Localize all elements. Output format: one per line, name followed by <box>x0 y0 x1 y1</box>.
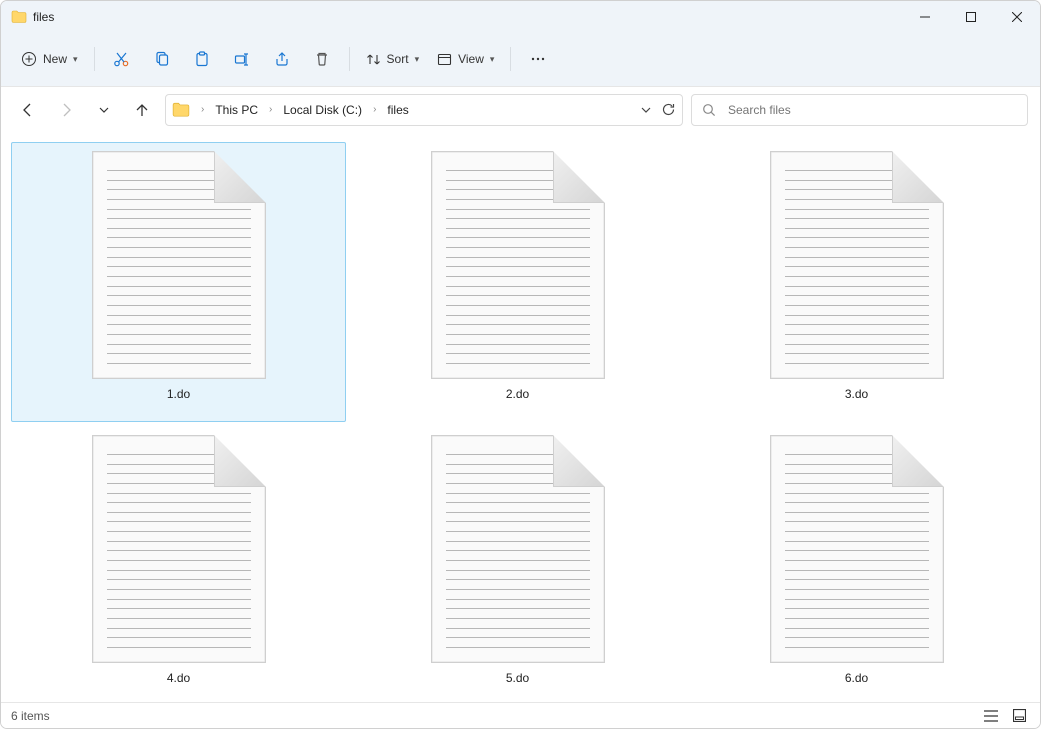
scissors-icon <box>113 51 130 68</box>
file-thumbnail <box>431 435 605 663</box>
chevron-right-icon[interactable]: › <box>370 104 379 115</box>
arrow-up-icon <box>134 102 150 118</box>
file-item[interactable]: 5.do <box>350 426 685 702</box>
share-button[interactable] <box>263 42 301 76</box>
view-icon <box>437 52 452 67</box>
search-box[interactable] <box>691 94 1028 126</box>
close-button[interactable] <box>994 1 1040 32</box>
file-thumbnail <box>770 151 944 379</box>
status-bar: 6 items <box>1 702 1040 728</box>
file-thumbnail <box>92 151 266 379</box>
breadcrumb-this-pc[interactable]: This PC <box>211 101 262 119</box>
item-count: 6 items <box>11 709 50 723</box>
rename-icon <box>234 51 250 67</box>
window-title: files <box>33 10 54 24</box>
chevron-down-icon: ▾ <box>415 54 420 65</box>
file-thumbnail <box>770 435 944 663</box>
breadcrumb-local-disk[interactable]: Local Disk (C:) <box>279 101 366 119</box>
refresh-button[interactable] <box>661 102 676 117</box>
share-icon <box>274 51 290 67</box>
search-icon <box>702 103 716 117</box>
ellipsis-icon <box>530 51 546 67</box>
file-item[interactable]: 2.do <box>350 142 685 422</box>
copy-button[interactable] <box>143 42 181 76</box>
file-name: 1.do <box>167 387 190 401</box>
sort-button[interactable]: Sort ▾ <box>358 42 428 76</box>
search-input[interactable] <box>726 102 1017 118</box>
separator <box>349 47 350 71</box>
chevron-down-icon: ▾ <box>490 54 495 65</box>
folder-icon <box>11 9 27 25</box>
items-grid: 1.do 2.do 3.do <box>11 142 1036 702</box>
minimize-button[interactable] <box>902 1 948 32</box>
nav-row: › This PC › Local Disk (C:) › files <box>1 87 1040 132</box>
back-button[interactable] <box>13 95 43 125</box>
view-label: View <box>458 52 484 66</box>
address-dropdown[interactable] <box>641 105 651 115</box>
chevron-down-icon: ▾ <box>73 54 78 65</box>
paste-button[interactable] <box>183 42 221 76</box>
file-item[interactable]: 1.do <box>11 142 346 422</box>
copy-icon <box>154 51 170 67</box>
grid-icon <box>1013 709 1026 722</box>
sort-icon <box>366 52 381 67</box>
file-thumbnail <box>92 435 266 663</box>
rename-button[interactable] <box>223 42 261 76</box>
refresh-icon <box>661 102 676 117</box>
more-button[interactable] <box>519 42 557 76</box>
chevron-down-icon <box>641 105 651 115</box>
new-button[interactable]: New ▾ <box>13 42 86 76</box>
thumbnails-view-button[interactable] <box>1008 707 1030 725</box>
separator <box>510 47 511 71</box>
file-name: 5.do <box>506 671 529 685</box>
plus-circle-icon <box>21 51 37 67</box>
file-name: 4.do <box>167 671 190 685</box>
toolbar: New ▾ Sort ▾ View ▾ <box>1 32 1040 87</box>
forward-button[interactable] <box>51 95 81 125</box>
list-icon <box>984 710 998 722</box>
file-name: 2.do <box>506 387 529 401</box>
arrow-left-icon <box>20 102 36 118</box>
maximize-button[interactable] <box>948 1 994 32</box>
folder-icon <box>172 101 190 119</box>
titlebar: files <box>1 1 1040 32</box>
file-item[interactable]: 6.do <box>689 426 1024 702</box>
file-item[interactable]: 4.do <box>11 426 346 702</box>
breadcrumb-files[interactable]: files <box>383 101 412 119</box>
address-bar[interactable]: › This PC › Local Disk (C:) › files <box>165 94 683 126</box>
file-name: 6.do <box>845 671 868 685</box>
new-label: New <box>43 52 67 66</box>
cut-button[interactable] <box>103 42 141 76</box>
file-item[interactable]: 3.do <box>689 142 1024 422</box>
delete-button[interactable] <box>303 42 341 76</box>
clipboard-icon <box>194 51 210 67</box>
view-button[interactable]: View ▾ <box>429 42 502 76</box>
details-view-button[interactable] <box>980 707 1002 725</box>
file-explorer-window: files New ▾ <box>0 0 1041 729</box>
separator <box>94 47 95 71</box>
sort-label: Sort <box>387 52 409 66</box>
trash-icon <box>314 51 330 67</box>
up-button[interactable] <box>127 95 157 125</box>
recent-locations-button[interactable] <box>89 95 119 125</box>
chevron-right-icon[interactable]: › <box>198 104 207 115</box>
file-thumbnail <box>431 151 605 379</box>
chevron-right-icon[interactable]: › <box>266 104 275 115</box>
content-area[interactable]: 1.do 2.do 3.do <box>1 132 1040 702</box>
file-name: 3.do <box>845 387 868 401</box>
chevron-down-icon <box>99 105 109 115</box>
arrow-right-icon <box>58 102 74 118</box>
